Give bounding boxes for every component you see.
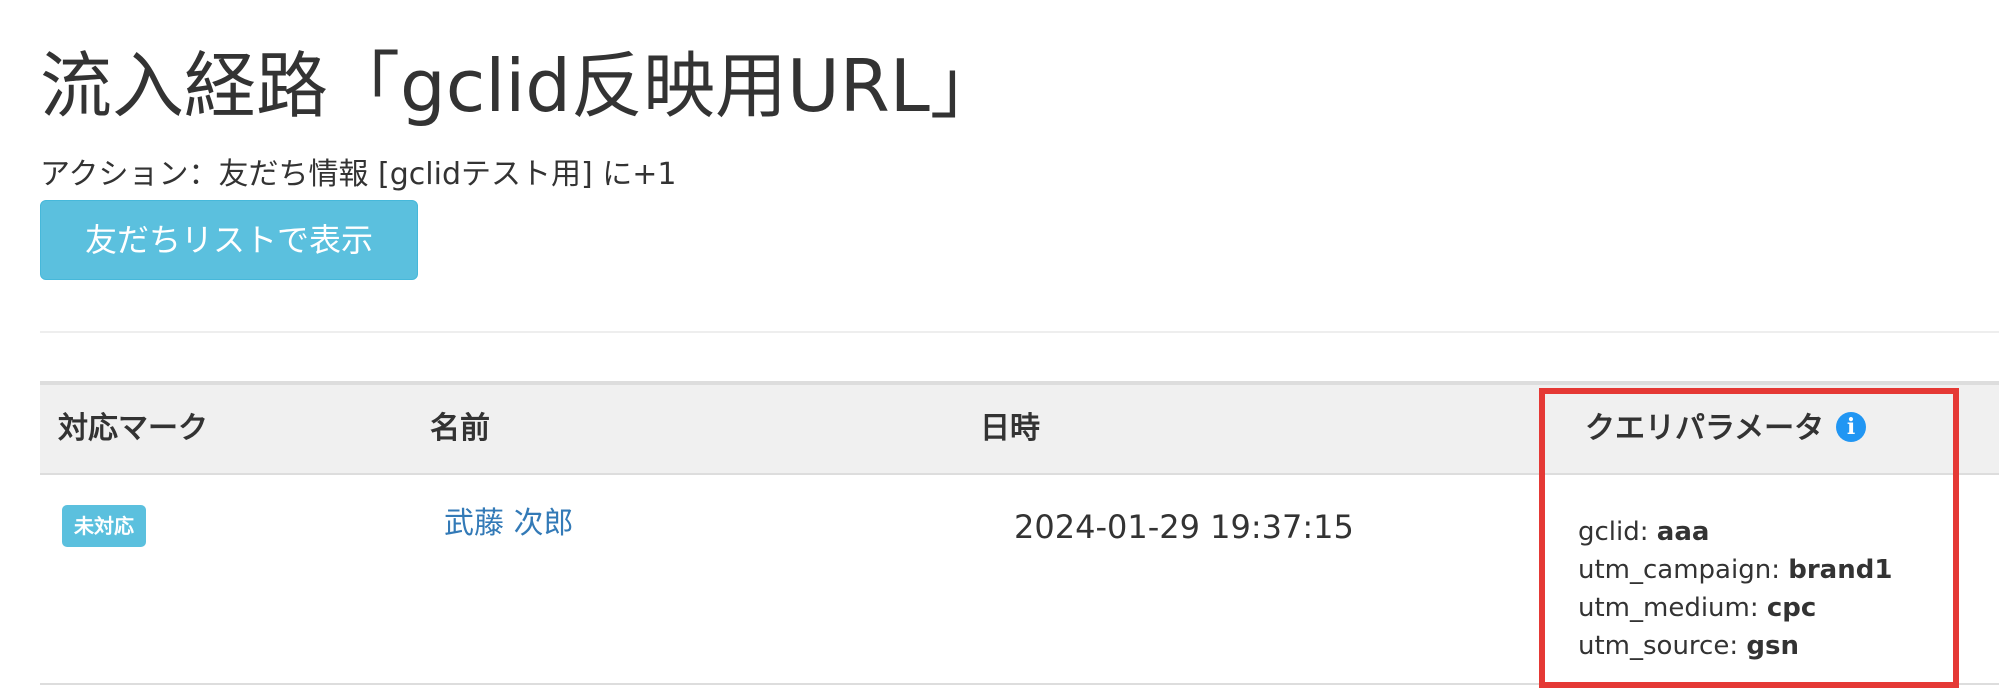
query-param-key: utm_campaign: (1578, 555, 1780, 585)
query-param-value: gsn (1746, 631, 1799, 661)
column-header-query-params-label: クエリパラメータ (1585, 411, 1825, 446)
query-param-value: cpc (1766, 593, 1817, 623)
show-in-friends-list-button[interactable]: 友だちリストで表示 (40, 200, 418, 280)
query-param-key: utm_source: (1578, 631, 1739, 661)
table-header-row: 対応マーク 名前 日時 クエリパラメータ i (40, 381, 1999, 475)
query-param-utm-source: utm_source: gsn (1578, 627, 1892, 665)
status-badge[interactable]: 未対応 (62, 505, 146, 547)
query-param-key: gclid: (1578, 517, 1649, 547)
query-param-utm-campaign: utm_campaign: brand1 (1578, 551, 1892, 589)
query-param-value: aaa (1656, 517, 1710, 547)
column-header-datetime: 日時 (980, 411, 1040, 446)
query-param-value: brand1 (1788, 555, 1893, 585)
column-header-query-params: クエリパラメータ i (1585, 385, 1867, 473)
inflow-table: 対応マーク 名前 日時 クエリパラメータ i 未対応 武藤 次郎 2024-01-… (40, 381, 1999, 685)
datetime-cell: 2024-01-29 19:37:15 (1014, 508, 1354, 546)
column-header-mark: 対応マーク (58, 411, 208, 446)
table-row: 未対応 武藤 次郎 2024-01-29 19:37:15 gclid: aaa… (40, 475, 1999, 685)
query-param-gclid: gclid: aaa (1578, 513, 1892, 551)
section-divider (40, 331, 1999, 333)
page-title: 流入経路「gclid反映用URL」 (40, 44, 1002, 128)
query-param-list: gclid: aaa utm_campaign: brand1 utm_medi… (1578, 513, 1892, 665)
friend-name-link[interactable]: 武藤 次郎 (444, 499, 574, 549)
query-param-utm-medium: utm_medium: cpc (1578, 589, 1892, 627)
query-param-key: utm_medium: (1578, 593, 1759, 623)
column-header-name: 名前 (430, 411, 490, 446)
info-icon[interactable]: i (1836, 411, 1867, 442)
action-description: アクション：友だち情報 [gclidテスト用] に+1 (40, 157, 677, 192)
